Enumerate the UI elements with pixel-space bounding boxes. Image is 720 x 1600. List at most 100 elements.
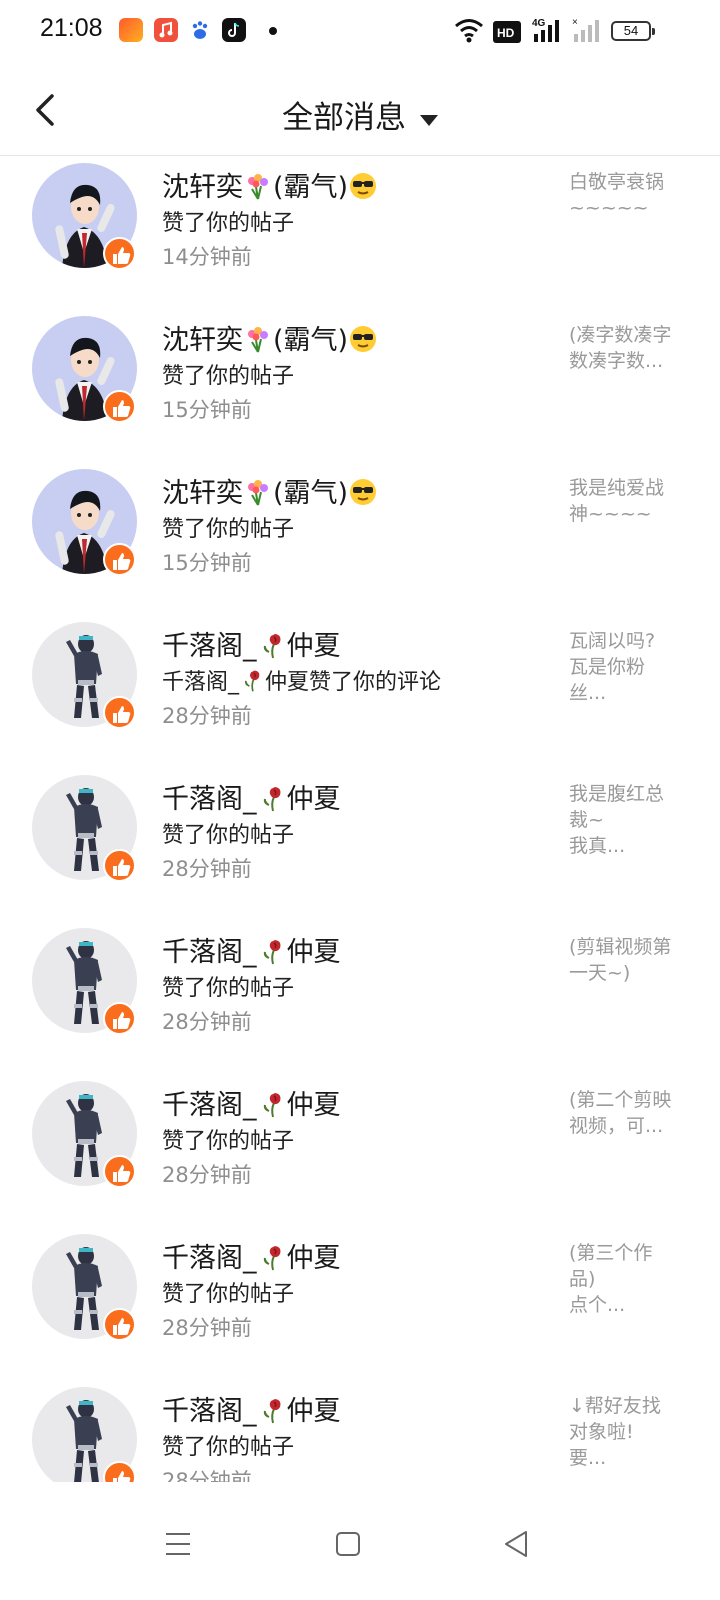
timestamp: 28分钟前 xyxy=(162,857,252,881)
sender-name-suffix: (霸气) xyxy=(273,478,349,509)
like-badge xyxy=(103,237,136,270)
sender-name[interactable]: 千落阁_ 仲夏 xyxy=(162,624,341,663)
message-item[interactable]: 千落阁_ 仲夏赞了你的帖子 28分钟前 我是腹红总 裁~ 我真... xyxy=(0,773,720,926)
action-text: 赞了你的帖子 xyxy=(162,205,294,237)
thumbs-up-icon xyxy=(113,1471,131,1482)
message-item[interactable]: 沈轩奕 (霸气) 赞了你的帖子 14分钟前 白敬亭衰锅 ~~~~~ xyxy=(0,161,720,314)
timestamp: 28分钟前 xyxy=(162,704,252,728)
sunglasses-face-icon xyxy=(350,325,377,352)
sender-name[interactable]: 沈轩奕 (霸气) xyxy=(162,318,378,357)
post-preview[interactable]: (剪辑视频第 一天~) xyxy=(569,934,679,986)
wilted-rose-icon xyxy=(263,939,280,964)
back-nav-button[interactable] xyxy=(494,1522,538,1566)
notification-dot xyxy=(269,27,277,35)
sender-name-suffix: 仲夏 xyxy=(286,1396,341,1427)
action-label: 赞了你的帖子 xyxy=(162,976,295,1001)
message-item[interactable]: 千落阁_ 仲夏赞了你的帖子 28分钟前 (第二个剪映 视频，可... xyxy=(0,1079,720,1232)
wilted-rose-icon xyxy=(263,1398,280,1423)
like-badge xyxy=(103,849,136,882)
like-badge xyxy=(103,543,136,576)
back-triangle-icon xyxy=(505,1531,527,1557)
action-label: 赞了你的帖子 xyxy=(162,823,295,848)
wilted-rose-icon xyxy=(263,786,280,811)
kuaishou-app-icon xyxy=(119,18,143,42)
status-time: 21:08 xyxy=(40,14,103,42)
action-label: 赞了你的帖子 xyxy=(162,1282,295,1307)
tiktok-app-icon xyxy=(222,18,246,42)
wilted-rose-icon xyxy=(263,633,280,658)
like-badge xyxy=(103,1308,136,1341)
message-item[interactable]: 沈轩奕 (霸气) 赞了你的帖子 15分钟前 我是纯爱战 神~~~~ xyxy=(0,467,720,620)
like-badge xyxy=(103,1461,136,1482)
timestamp: 15分钟前 xyxy=(162,398,252,422)
sender-name-text: 千落阁_ xyxy=(162,784,257,815)
post-preview[interactable]: 我是腹红总 裁~ 我真... xyxy=(569,781,679,859)
message-item[interactable]: 千落阁_ 仲夏赞了你的帖子 28分钟前 (剪辑视频第 一天~) xyxy=(0,926,720,1079)
timestamp: 14分钟前 xyxy=(162,245,252,269)
post-preview[interactable]: (凑字数凑字 数凑字数... xyxy=(569,322,679,374)
title-dropdown[interactable]: 全部消息 xyxy=(0,92,720,137)
post-preview[interactable]: 我是纯爱战 神~~~~ xyxy=(569,475,679,527)
wilted-rose-icon xyxy=(244,670,260,692)
wilted-rose-icon xyxy=(263,1245,280,1270)
music-app-icon xyxy=(154,18,178,42)
sender-name-suffix: 仲夏 xyxy=(286,937,341,968)
action-prefix: 千落阁_ xyxy=(162,670,240,695)
flower-bouquet-icon xyxy=(248,479,268,506)
sender-name[interactable]: 千落阁_ 仲夏 xyxy=(162,777,341,816)
timestamp: 28分钟前 xyxy=(162,1010,252,1034)
message-list[interactable]: 沈轩奕 (霸气) 赞了你的帖子 14分钟前 白敬亭衰锅 ~~~~~ 沈轩奕 (霸气) 赞了你的… xyxy=(0,157,720,1482)
sender-name[interactable]: 千落阁_ 仲夏 xyxy=(162,1083,341,1122)
sender-name[interactable]: 千落阁_ 仲夏 xyxy=(162,1236,341,1275)
post-preview[interactable]: (第三个作 品) 点个... xyxy=(569,1240,679,1318)
battery-icon: 54 xyxy=(611,21,655,41)
action-label: 赞了你的帖子 xyxy=(162,364,295,389)
wifi-icon xyxy=(455,19,483,43)
sender-name[interactable]: 千落阁_ 仲夏 xyxy=(162,930,341,969)
sender-name-text: 沈轩奕 xyxy=(162,172,243,203)
message-item[interactable]: 千落阁_ 仲夏 赞了你的帖子 28分钟前 ↓帮好友找 对象啦! 要... xyxy=(0,1385,720,1482)
post-preview[interactable]: 白敬亭衰锅 ~~~~~ xyxy=(569,169,679,221)
action-text: 赞了你的帖子 xyxy=(162,817,294,849)
sender-name-suffix: (霸气) xyxy=(273,325,349,356)
action-label: 赞了你的帖子 xyxy=(162,211,295,236)
sender-name[interactable]: 千落阁_ 仲夏 xyxy=(162,1389,341,1428)
message-item[interactable]: 千落阁_ 仲夏 千落阁_ 仲夏赞了你的评论 28分钟前 瓦阔以吗? 瓦是你粉 丝... xyxy=(0,620,720,773)
post-preview[interactable]: 瓦阔以吗? 瓦是你粉 丝... xyxy=(569,628,679,706)
system-nav-bar xyxy=(0,1482,720,1600)
sender-name-suffix: 仲夏 xyxy=(286,1243,341,1274)
action-label: 赞了你的帖子 xyxy=(162,1129,295,1154)
message-item[interactable]: 沈轩奕 (霸气) 赞了你的帖子 15分钟前 (凑字数凑字 数凑字数... xyxy=(0,314,720,467)
signal-icon-2: × xyxy=(572,17,599,42)
message-item[interactable]: 千落阁_ 仲夏赞了你的帖子 28分钟前 (第三个作 品) 点个... xyxy=(0,1232,720,1385)
action-label: 仲夏赞了你的评论 xyxy=(265,670,442,695)
sender-name-suffix: 仲夏 xyxy=(286,1090,341,1121)
action-text: 赞了你的帖子 xyxy=(162,1123,294,1155)
timestamp: 28分钟前 xyxy=(162,1163,252,1187)
svg-text:HD: HD xyxy=(497,26,515,40)
timestamp: 28分钟前 xyxy=(162,1469,252,1482)
sender-name-text: 千落阁_ xyxy=(162,1090,257,1121)
baidu-app-icon xyxy=(188,18,212,42)
page-title: 全部消息 xyxy=(282,100,406,136)
signal-icon: 4G xyxy=(532,18,559,42)
thumbs-up-icon xyxy=(113,706,131,723)
post-preview[interactable]: (第二个剪映 视频，可... xyxy=(569,1087,679,1139)
sender-name[interactable]: 沈轩奕 (霸气) xyxy=(162,471,378,510)
timestamp: 28分钟前 xyxy=(162,1316,252,1340)
timestamp: 15分钟前 xyxy=(162,551,252,575)
svg-text:4G: 4G xyxy=(532,18,546,29)
sender-name-text: 千落阁_ xyxy=(162,631,257,662)
sender-name[interactable]: 沈轩奕 (霸气) xyxy=(162,165,378,204)
sender-name-text: 千落阁_ xyxy=(162,1243,257,1274)
like-badge xyxy=(103,1002,136,1035)
header: 全部消息 xyxy=(0,64,720,156)
like-badge xyxy=(103,696,136,729)
status-bar: 21:08 HD 4G × 54 xyxy=(0,0,720,64)
menu-button[interactable] xyxy=(156,1522,200,1566)
post-preview[interactable]: ↓帮好友找 对象啦! 要... xyxy=(569,1393,679,1471)
sender-name-text: 沈轩奕 xyxy=(162,478,243,509)
home-button[interactable] xyxy=(326,1522,370,1566)
sender-name-text: 沈轩奕 xyxy=(162,325,243,356)
thumbs-up-icon xyxy=(113,400,131,417)
